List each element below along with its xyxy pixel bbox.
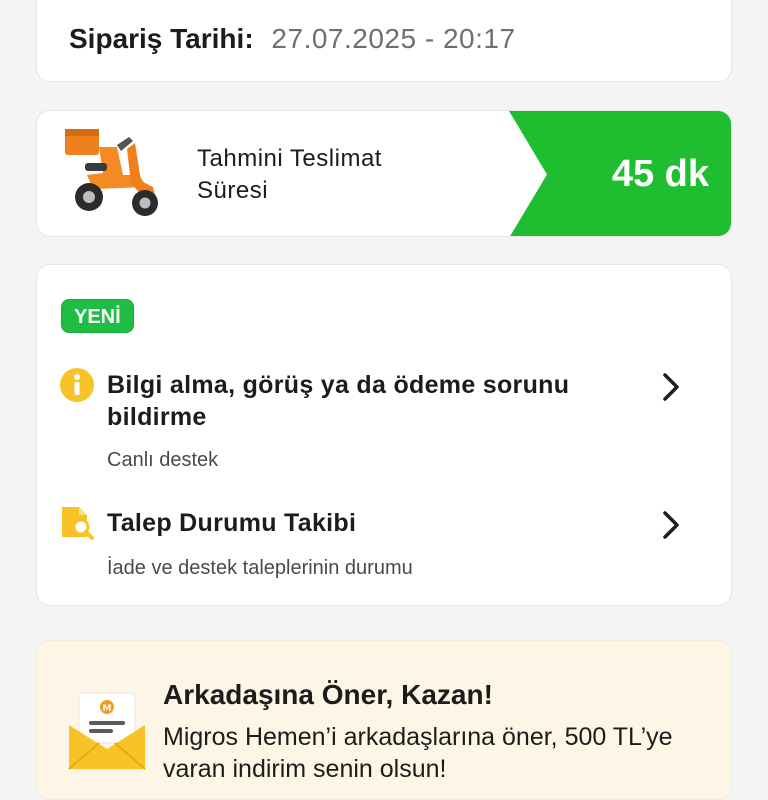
support-item-live-support[interactable]: Bilgi alma, görüş ya da ödeme sorunu bil… <box>59 367 711 477</box>
chevron-right-icon <box>663 511 679 539</box>
order-date-label: Sipariş Tarihi: <box>69 23 254 54</box>
order-date-card: Sipariş Tarihi: 27.07.2025 - 20:17 <box>36 0 732 82</box>
scooter-icon <box>65 129 158 216</box>
referral-card[interactable]: M Arkadaşına Öner, Kazan! Migros Hemen’i… <box>36 640 732 800</box>
support-item-subtitle: İade ve destek taleplerinin durumu <box>107 557 413 579</box>
support-card: YENİ Bilgi alma, görüş ya da ödeme sorun… <box>36 264 732 606</box>
new-badge: YENİ <box>61 299 134 333</box>
support-item-request-tracking[interactable]: Talep Durumu Takibi İade ve destek talep… <box>59 505 711 585</box>
order-date-value: 27.07.2025 - 20:17 <box>271 23 516 54</box>
referral-description: Migros Hemen’i arkadaşlarına öner, 500 T… <box>163 723 673 783</box>
referral-title: Arkadaşına Öner, Kazan! <box>163 679 493 710</box>
support-item-subtitle: Canlı destek <box>107 449 219 471</box>
support-item-title: Talep Durumu Takibi <box>107 509 357 537</box>
document-search-icon <box>62 507 94 540</box>
delivery-estimate-label: Tahmini Teslimat Süresi <box>197 145 382 204</box>
delivery-estimate-card: Tahmini Teslimat Süresi 45 dk <box>36 110 732 237</box>
delivery-time-value: 45 dk <box>611 153 709 195</box>
envelope-icon: M <box>68 692 146 770</box>
info-icon <box>60 368 94 402</box>
svg-text:M: M <box>103 704 112 714</box>
support-item-title: Bilgi alma, görüş ya da ödeme sorunu bil… <box>107 371 570 431</box>
chevron-right-icon <box>663 373 679 401</box>
order-date-row: Sipariş Tarihi: 27.07.2025 - 20:17 <box>69 21 516 57</box>
